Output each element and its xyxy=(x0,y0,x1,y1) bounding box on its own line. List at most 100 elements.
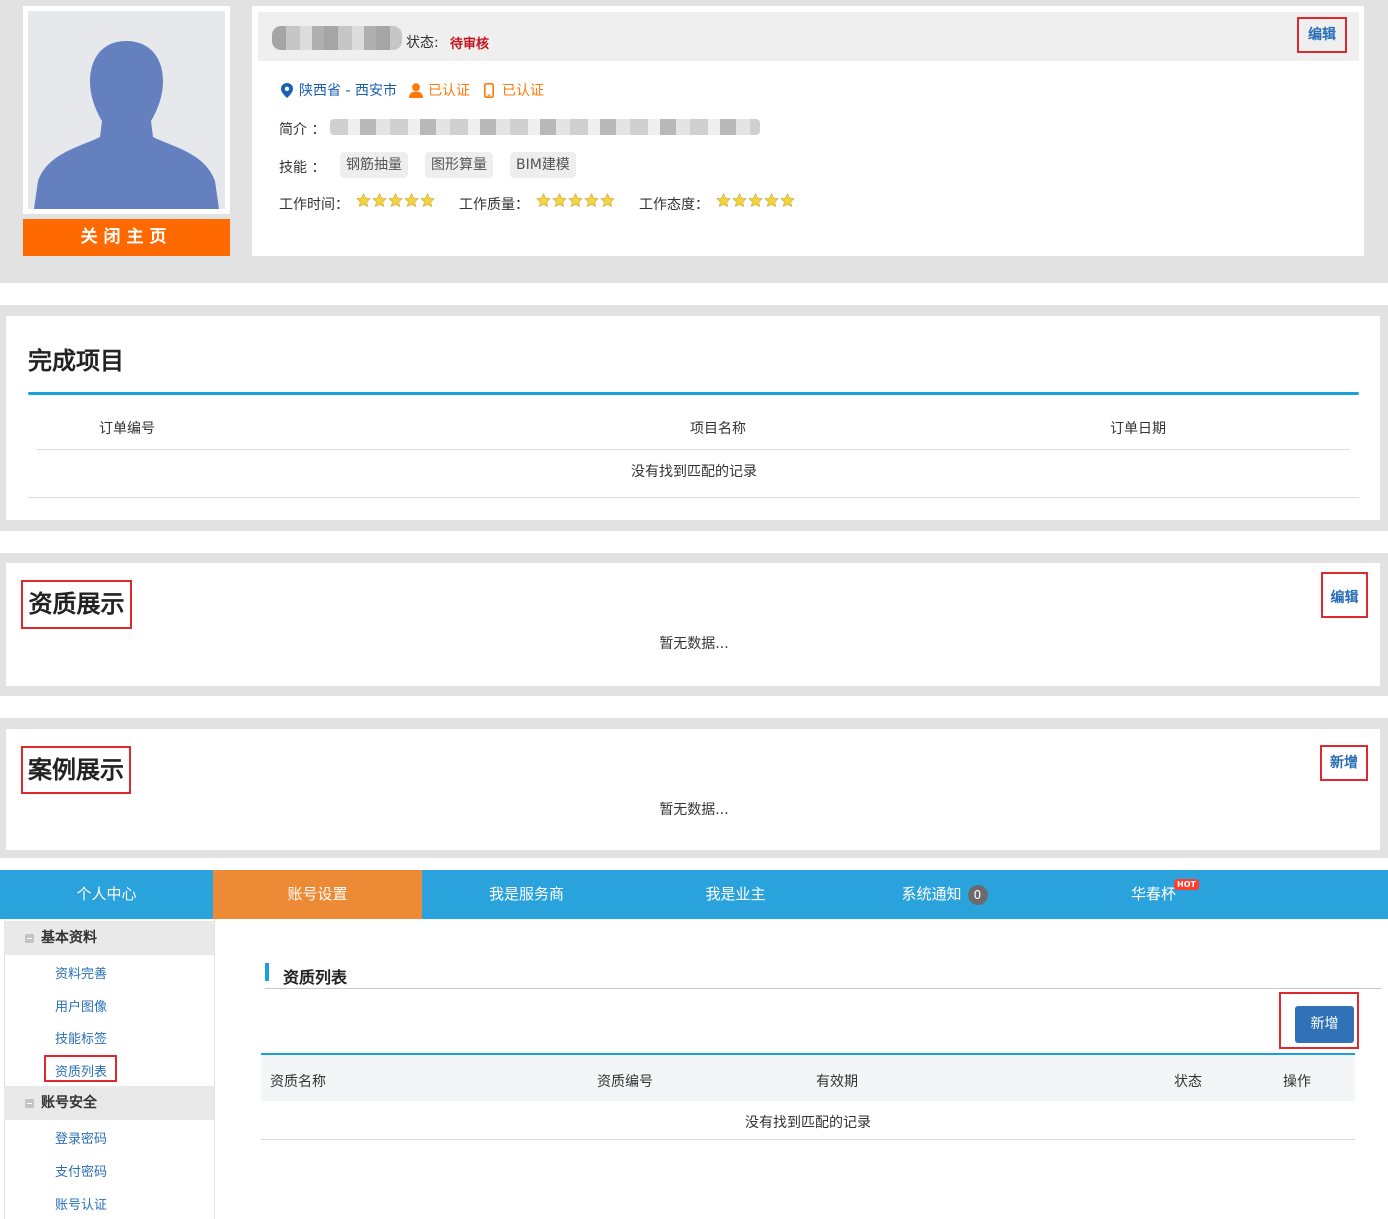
qualification-list-title: 资质列表 xyxy=(283,968,348,987)
title-accent-bar xyxy=(265,963,269,981)
sidebar-item-pay-password[interactable]: 支付密码 xyxy=(55,1161,107,1180)
qualification-table-header: 资质名称 资质编号 有效期 状态 操作 xyxy=(261,1053,1355,1101)
qualification-empty-text: 没有找到匹配的记录 xyxy=(745,1115,871,1131)
qualifications-empty-text: 暂无数据... xyxy=(659,636,729,652)
sidebar-group-basic-info[interactable]: 基本资料 xyxy=(4,921,214,955)
edit-profile-button[interactable]: 编辑 xyxy=(1297,17,1347,53)
location-row: 陕西省 - 西安市 已认证 已认证 xyxy=(281,80,544,100)
skill-tag: BIM建模 xyxy=(510,152,576,178)
star-icon xyxy=(716,193,731,207)
cases-title: 案例展示 xyxy=(21,746,131,794)
notification-count-badge: 0 xyxy=(967,884,988,905)
hot-badge: HOT xyxy=(1174,879,1199,890)
sidebar-item-login-password[interactable]: 登录密码 xyxy=(55,1128,107,1147)
skill-tag: 图形算量 xyxy=(425,152,493,178)
status-label: 状态: xyxy=(406,35,439,51)
edit-qualifications-button[interactable]: 编辑 xyxy=(1321,572,1368,618)
divider xyxy=(37,449,1350,450)
sidebar-group-label: 账号安全 xyxy=(41,1095,97,1111)
nav-label: 我是服务商 xyxy=(488,885,564,903)
status-badge: 待审核 xyxy=(450,37,490,52)
star-icon xyxy=(748,193,763,207)
edit-qualifications-label: 编辑 xyxy=(1330,590,1359,606)
column-header-number: 资质编号 xyxy=(597,1074,653,1090)
sidebar-item-account-verify[interactable]: 账号认证 xyxy=(55,1194,107,1213)
star-icon xyxy=(536,193,551,207)
main-nav: 个人中心 账号设置 我是服务商 我是业主 系统通知 0 华春杯 HOT xyxy=(0,870,1388,919)
star-icon xyxy=(732,193,747,207)
collapse-icon xyxy=(25,934,34,943)
star-icon xyxy=(780,193,795,207)
column-header-order-date: 订单日期 xyxy=(1110,421,1166,437)
column-header-name: 资质名称 xyxy=(270,1074,326,1090)
user-silhouette-icon xyxy=(34,41,219,209)
nav-system-notifications[interactable]: 系统通知 0 xyxy=(840,870,1049,919)
close-home-button[interactable]: 关闭主页 xyxy=(23,219,230,256)
location-text: 陕西省 - 西安市 xyxy=(299,83,397,99)
sidebar-item-qualification-list[interactable]: 资质列表 xyxy=(55,1061,107,1080)
star-icon xyxy=(420,193,435,207)
phone-verified-icon xyxy=(483,82,494,98)
collapse-icon xyxy=(25,1099,34,1108)
phone-verified-text: 已认证 xyxy=(501,83,544,99)
cases-empty-text: 暂无数据... xyxy=(659,802,729,818)
sidebar-group-account-security[interactable]: 账号安全 xyxy=(4,1086,214,1120)
star-icon xyxy=(552,193,567,207)
nav-personal-center[interactable]: 个人中心 xyxy=(0,870,213,919)
user-verified-icon xyxy=(408,82,423,98)
divider xyxy=(261,1139,1355,1140)
rating-stars-attitude xyxy=(716,193,795,208)
projects-empty-text: 没有找到匹配的记录 xyxy=(631,464,757,480)
add-qualification-button[interactable]: 新增 xyxy=(1295,1006,1354,1043)
skills-label: 技能 ： xyxy=(279,160,326,176)
edit-profile-label: 编辑 xyxy=(1308,27,1336,43)
add-case-label: 新增 xyxy=(1330,755,1358,771)
rating-label-attitude: 工作态度： xyxy=(639,197,709,213)
nav-label: 我是业主 xyxy=(705,885,766,903)
skill-tag: 钢筋抽量 xyxy=(340,152,408,178)
column-header-status: 状态 xyxy=(1174,1074,1202,1090)
nav-owner[interactable]: 我是业主 xyxy=(631,870,840,919)
identity-verified-text: 已认证 xyxy=(427,83,470,99)
star-icon xyxy=(584,193,599,207)
divider xyxy=(28,392,1359,395)
star-icon xyxy=(764,193,779,207)
column-header-validity: 有效期 xyxy=(816,1074,858,1090)
nav-huachun-cup[interactable]: 华春杯 HOT xyxy=(1049,870,1258,919)
avatar xyxy=(23,6,230,214)
sidebar-item-profile[interactable]: 资料完善 xyxy=(55,963,107,982)
sidebar-item-skill-tags[interactable]: 技能标签 xyxy=(55,1028,107,1047)
nav-label: 系统通知 xyxy=(901,885,962,903)
star-icon xyxy=(388,193,403,207)
intro-text-redacted xyxy=(330,119,760,135)
user-name-redacted xyxy=(272,26,402,50)
qualifications-title: 资质展示 xyxy=(21,580,132,629)
rating-stars-time xyxy=(356,193,435,208)
rating-label-quality: 工作质量： xyxy=(459,197,529,213)
nav-label: 华春杯 xyxy=(1130,885,1176,903)
star-icon xyxy=(600,193,615,207)
nav-label: 个人中心 xyxy=(76,885,137,903)
projects-title: 完成项目 xyxy=(28,347,124,375)
qualifications-card xyxy=(6,563,1380,686)
star-icon xyxy=(372,193,387,207)
rating-stars-quality xyxy=(536,193,615,208)
column-header-order-no: 订单编号 xyxy=(99,421,155,437)
divider xyxy=(28,497,1359,498)
nav-account-settings[interactable]: 账号设置 xyxy=(213,870,422,919)
intro-label: 简介 ： xyxy=(279,122,326,138)
rating-label-time: 工作时间： xyxy=(279,197,349,213)
star-icon xyxy=(568,193,583,207)
divider xyxy=(265,988,1382,989)
cases-card xyxy=(6,729,1380,850)
star-icon xyxy=(356,193,371,207)
column-header-project-name: 项目名称 xyxy=(690,421,746,437)
map-pin-icon xyxy=(281,82,293,98)
sidebar-item-avatar[interactable]: 用户图像 xyxy=(55,996,107,1015)
star-icon xyxy=(404,193,419,207)
sidebar-group-label: 基本资料 xyxy=(41,930,97,946)
nav-service-provider[interactable]: 我是服务商 xyxy=(422,870,631,919)
add-case-button[interactable]: 新增 xyxy=(1320,745,1368,781)
nav-label: 账号设置 xyxy=(287,885,348,903)
column-header-actions: 操作 xyxy=(1283,1074,1311,1090)
